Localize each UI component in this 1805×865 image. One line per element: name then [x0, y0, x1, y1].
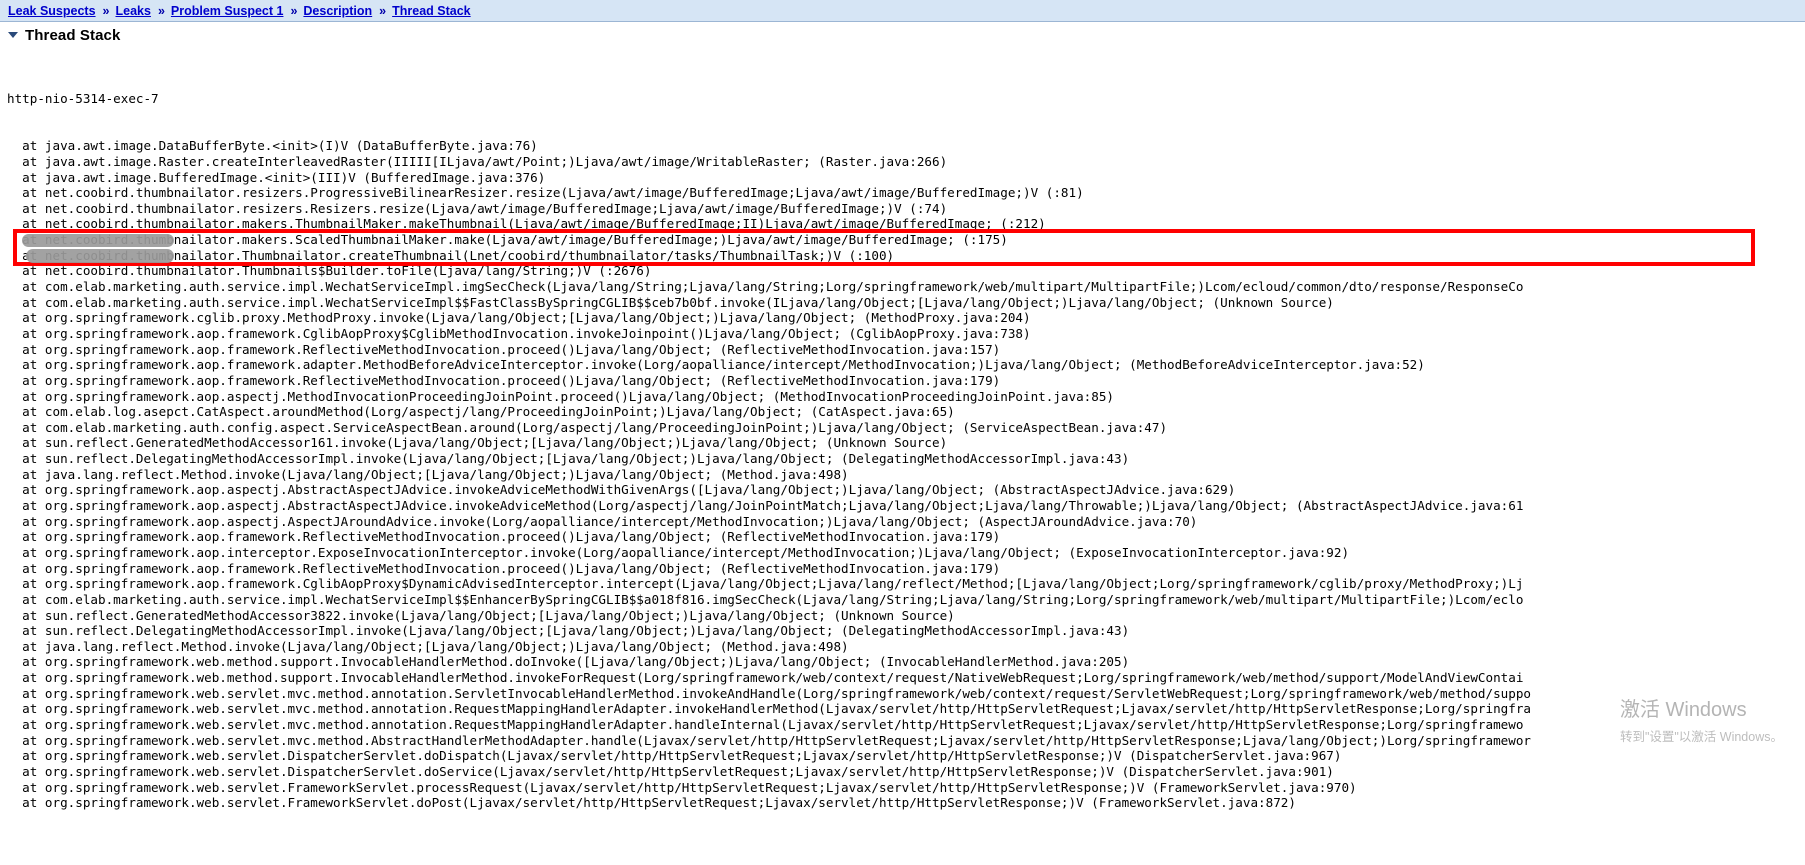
- stack-line-list: at java.awt.image.DataBufferByte.<init>(…: [7, 138, 1805, 811]
- stack-line: at com.elab.log.asepct.CatAspect.aroundM…: [7, 404, 955, 420]
- breadcrumb-item-problem-suspect-1[interactable]: Problem Suspect 1: [171, 4, 284, 18]
- stack-line: at org.springframework.web.servlet.mvc.m…: [7, 732, 1531, 748]
- stack-line: at org.springframework.aop.framework.Ref…: [7, 372, 1001, 388]
- stack-line: at org.springframework.aop.framework.Cgl…: [7, 576, 1524, 592]
- stack-line: at com.elab.marketing.auth.service.impl.…: [7, 591, 1524, 607]
- stack-line: at org.springframework.aop.framework.Ref…: [7, 341, 1001, 357]
- breadcrumb-item-leaks[interactable]: Leaks: [116, 4, 151, 18]
- breadcrumb-item-leak-suspects[interactable]: Leak Suspects: [8, 4, 96, 18]
- stack-line: at net.coobird.thumbnailator.Thumbnailat…: [7, 247, 895, 263]
- stack-line: at net.coobird.thumbnailator.makers.Scal…: [7, 232, 1008, 248]
- stack-line: at java.awt.image.DataBufferByte.<init>(…: [7, 138, 538, 154]
- stack-line: at org.springframework.web.servlet.Frame…: [7, 779, 1357, 795]
- triangle-down-icon[interactable]: [8, 32, 18, 38]
- stack-line: at org.springframework.aop.framework.Ref…: [7, 529, 1001, 545]
- breadcrumb-item-description[interactable]: Description: [303, 4, 372, 18]
- stack-line: at org.springframework.aop.aspectj.Aspec…: [7, 513, 1198, 529]
- section-header: Thread Stack: [0, 23, 1805, 47]
- stack-line: at net.coobird.thumbnailator.makers.Thum…: [7, 216, 1046, 232]
- page-title: Thread Stack: [25, 26, 121, 44]
- stack-line: at sun.reflect.DelegatingMethodAccessorI…: [7, 623, 1130, 639]
- breadcrumb: Leak Suspects » Leaks » Problem Suspect …: [0, 0, 1805, 22]
- stack-line: at org.springframework.web.method.suppor…: [7, 670, 1524, 686]
- stack-line: at net.coobird.thumbnailator.Thumbnails$…: [7, 263, 652, 279]
- stack-line: at org.springframework.aop.framework.Cgl…: [7, 325, 1031, 341]
- thread-stack-content[interactable]: http-nio-5314-exec-7 at java.awt.image.D…: [0, 60, 1805, 860]
- stack-line: at org.springframework.aop.interceptor.E…: [7, 544, 1350, 560]
- stack-line: at org.springframework.aop.aspectj.Abstr…: [7, 498, 1524, 514]
- stack-line: at org.springframework.cglib.proxy.Metho…: [7, 310, 1031, 326]
- breadcrumb-separator: »: [379, 3, 387, 18]
- stack-line: at org.springframework.aop.aspectj.Metho…: [7, 388, 1114, 404]
- stack-line: at sun.reflect.DelegatingMethodAccessorI…: [7, 451, 1130, 467]
- breadcrumb-separator: »: [157, 3, 165, 18]
- stack-line: at com.elab.marketing.auth.service.impl.…: [7, 279, 1524, 295]
- stack-line: at org.springframework.aop.framework.ada…: [7, 357, 1425, 373]
- stack-line: at org.springframework.aop.framework.Ref…: [7, 560, 1001, 576]
- stack-line: at com.elab.marketing.auth.service.impl.…: [7, 294, 1334, 310]
- stack-line: at org.springframework.web.servlet.Dispa…: [7, 763, 1334, 779]
- breadcrumb-separator: »: [290, 3, 298, 18]
- stack-line: at java.lang.reflect.Method.invoke(Ljava…: [7, 466, 849, 482]
- stack-line: at net.coobird.thumbnailator.resizers.Re…: [7, 200, 948, 216]
- stack-line: at org.springframework.aop.aspectj.Abstr…: [7, 482, 1236, 498]
- thread-name: http-nio-5314-exec-7: [7, 91, 159, 107]
- breadcrumb-separator: »: [102, 3, 110, 18]
- stack-line: at sun.reflect.GeneratedMethodAccessor16…: [7, 435, 948, 451]
- stack-line: at org.springframework.web.servlet.mvc.m…: [7, 716, 1524, 732]
- stack-line: at sun.reflect.GeneratedMethodAccessor38…: [7, 607, 955, 623]
- stack-line: at com.elab.marketing.auth.config.aspect…: [7, 419, 1168, 435]
- stack-line: at org.springframework.web.method.suppor…: [7, 654, 1130, 670]
- stack-line: at java.lang.reflect.Method.invoke(Ljava…: [7, 638, 849, 654]
- stack-line: at java.awt.image.Raster.createInterleav…: [7, 153, 948, 169]
- stack-line: at net.coobird.thumbnailator.resizers.Pr…: [7, 185, 1084, 201]
- stack-line: at java.awt.image.BufferedImage.<init>(I…: [7, 169, 546, 185]
- stack-line: at org.springframework.web.servlet.mvc.m…: [7, 701, 1531, 717]
- stack-line: at org.springframework.web.servlet.mvc.m…: [7, 685, 1531, 701]
- stack-line: at org.springframework.web.servlet.Dispa…: [7, 748, 1342, 764]
- breadcrumb-item-thread-stack[interactable]: Thread Stack: [392, 4, 471, 18]
- stack-line: at org.springframework.web.servlet.Frame…: [7, 795, 1296, 811]
